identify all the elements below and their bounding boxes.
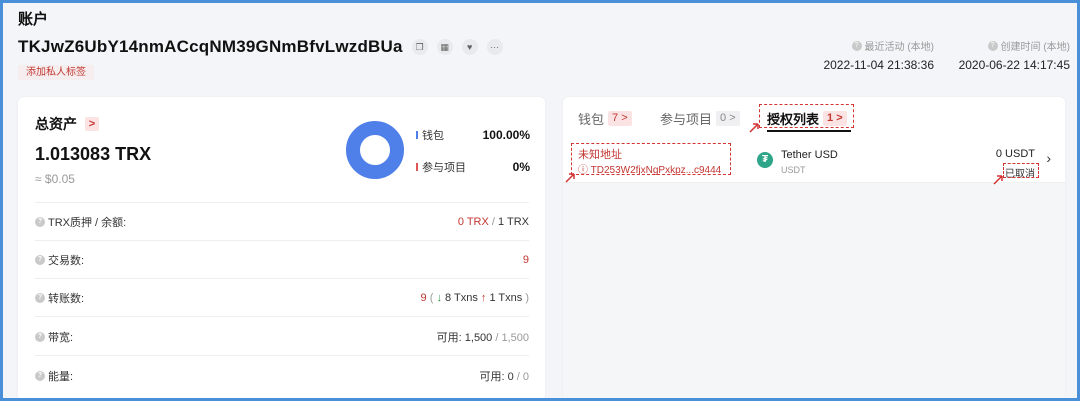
tether-token-icon: ₮ xyxy=(757,152,773,168)
stat-row-transfers: ? 转账数: 9 ( ↓ 8 Txns ↑ 1 Txns ) xyxy=(35,288,529,308)
created-value: 2020-06-22 14:17:45 xyxy=(958,58,1070,72)
copy-icon[interactable]: ❐ xyxy=(411,39,428,55)
page-title: 账户 xyxy=(18,11,49,28)
tab-count-badge: 7 > xyxy=(608,111,632,126)
annotation-box-tab xyxy=(759,104,854,128)
total-assets-label: 总资产 xyxy=(35,116,77,132)
stat-label: TRX质押 / 余额: xyxy=(48,217,127,229)
help-icon[interactable]: ? xyxy=(35,332,45,342)
token-symbol: USDT xyxy=(781,165,806,175)
arrow-up-icon: ↑ xyxy=(480,292,487,304)
stat-label: 带宽: xyxy=(48,332,74,344)
add-private-tag-button[interactable]: 添加私人标签 xyxy=(18,65,94,80)
asset-donut-chart xyxy=(346,121,404,179)
legend-label: 参与项目 xyxy=(422,162,466,174)
legend-swatch xyxy=(416,131,418,139)
tab-wallet[interactable]: 钱包 7 > xyxy=(578,109,632,128)
last-active-label: 最近活动 (本地) xyxy=(864,42,934,53)
annotation-box-status xyxy=(1003,163,1039,178)
address-row: TKJwZ6UbY14nmACcqNM39GNmBfvLwzdBUa ❐ ▦ ♥… xyxy=(18,37,503,57)
stat-label: 转账数: xyxy=(48,293,85,305)
total-amount: 1.013083 TRX xyxy=(35,144,152,164)
qrcode-icon[interactable]: ▦ xyxy=(436,39,453,55)
transfers-count-link[interactable]: 9 xyxy=(421,292,427,304)
token-name[interactable]: Tether USD xyxy=(781,149,838,161)
active-tab-underline xyxy=(767,130,851,132)
account-address: TKJwZ6UbY14nmACcqNM39GNmBfvLwzdBUa xyxy=(18,37,403,56)
stat-label: 能量: xyxy=(48,371,74,383)
stat-row-stake: ? TRX质押 / 余额: 0 TRX / 1 TRX xyxy=(35,212,529,232)
help-icon[interactable]: ? xyxy=(35,217,45,227)
tab-count-badge: 0 > xyxy=(716,111,740,126)
divider xyxy=(35,278,529,279)
annotation-arrow-icon xyxy=(565,173,575,183)
outgoing-count: 1 Txns xyxy=(489,292,523,304)
stat-row-bandwidth: ? 带宽: 可用: 1,500 / 1,500 xyxy=(35,327,529,347)
help-icon[interactable]: ? xyxy=(35,371,45,381)
legend-label: 钱包 xyxy=(422,130,444,142)
stat-value: 可用: 0 / 0 xyxy=(479,371,529,383)
annotation-arrow-icon xyxy=(749,123,759,133)
approval-list: 未知地址 ⓘ TD253W2fjxNgPxkpz...c9444 ₮ Tethe… xyxy=(563,135,1065,401)
chevron-right-icon[interactable]: > xyxy=(85,117,99,131)
divider xyxy=(35,355,529,356)
annotation-arrow-icon xyxy=(993,175,1003,185)
transactions-count-link[interactable]: 9 xyxy=(523,254,529,266)
chevron-right-icon[interactable]: › xyxy=(1046,150,1051,166)
heart-icon[interactable]: ♥ xyxy=(461,39,478,55)
stat-row-transactions: ? 交易数: 9 xyxy=(35,250,529,270)
legend-wallet: 钱包 100.00% xyxy=(416,127,530,143)
help-icon[interactable]: ? xyxy=(987,40,998,51)
tab-projects[interactable]: 参与项目 0 > xyxy=(660,109,740,128)
approval-amount: 0 USDT xyxy=(995,148,1035,160)
legend-swatch xyxy=(416,163,418,171)
stat-value: 9 ( ↓ 8 Txns ↑ 1 Txns ) xyxy=(420,292,529,304)
tab-bar: 钱包 7 > 参与项目 0 > 授权列表 1 > xyxy=(563,97,1065,135)
stat-label: 交易数: xyxy=(48,255,85,267)
annotation-box-address xyxy=(571,143,731,175)
legend-projects: 参与项目 0% xyxy=(416,159,530,175)
created-label: 创建时间 (本地) xyxy=(1000,42,1070,53)
last-active-block: ? 最近活动 (本地) 2022-11-04 21:38:36 xyxy=(823,38,934,72)
divider xyxy=(35,316,529,317)
divider xyxy=(35,202,529,203)
legend-value: 100.00% xyxy=(482,128,530,142)
incoming-count: 8 Txns xyxy=(445,292,478,304)
approval-row[interactable]: 未知地址 ⓘ TD253W2fjxNgPxkpz...c9444 ₮ Tethe… xyxy=(563,135,1065,185)
stat-value: 0 TRX / 1 TRX xyxy=(457,216,529,228)
assets-card: 总资产 > 1.013083 TRX ≈ $0.05 钱包 100.00% 参与… xyxy=(18,97,545,401)
more-icon[interactable]: ··· xyxy=(486,39,503,55)
last-active-value: 2022-11-04 21:38:36 xyxy=(823,58,934,72)
divider xyxy=(35,240,529,241)
help-icon[interactable]: ? xyxy=(35,293,45,303)
arrow-down-icon: ↓ xyxy=(436,292,442,304)
stat-value: 可用: 1,500 / 1,500 xyxy=(436,332,529,344)
stat-row-energy: ? 能量: 可用: 0 / 0 xyxy=(35,366,529,386)
total-assets-title[interactable]: 总资产 > xyxy=(35,114,99,134)
help-icon[interactable]: ? xyxy=(851,40,862,51)
help-icon[interactable]: ? xyxy=(35,255,45,265)
donut-segment-wallet xyxy=(346,121,404,179)
legend-value: 0% xyxy=(512,160,530,174)
created-block: ? 创建时间 (本地) 2020-06-22 14:17:45 xyxy=(959,38,1070,72)
total-usd: ≈ $0.05 xyxy=(35,172,75,186)
holdings-card: 钱包 7 > 参与项目 0 > 授权列表 1 > 未知地址 ⓘ TD253W2f… xyxy=(563,97,1065,401)
